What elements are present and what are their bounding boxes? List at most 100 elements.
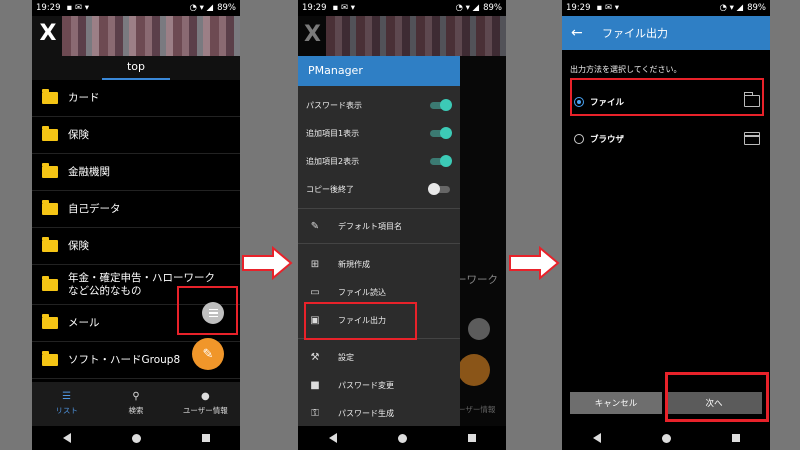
back-icon[interactable] bbox=[62, 433, 71, 443]
menu-item-label: ファイル読込 bbox=[338, 287, 386, 297]
toggle-label: パスワード表示 bbox=[306, 100, 362, 110]
toggle-switch[interactable] bbox=[430, 127, 452, 139]
folder-label: 保険 bbox=[68, 239, 89, 252]
bottom-tab-label: リスト bbox=[55, 406, 78, 415]
system-nav-bar bbox=[32, 426, 240, 450]
folder-label: 保険 bbox=[68, 128, 89, 141]
arrow-right-icon bbox=[242, 246, 293, 280]
recent-apps-icon[interactable] bbox=[201, 434, 210, 442]
cancel-button[interactable]: キャンセル bbox=[570, 392, 662, 414]
bottom-navigation: ☰ リスト ⚲ 検索 ● ユーザー情報 bbox=[32, 382, 240, 426]
phone-screen-file-export: 19:29 ▪ ✉ ▾ ◔ ▾ ◢ 89% ← ファイル出力 出力方法を選択してくだ… bbox=[562, 0, 770, 450]
back-icon[interactable] bbox=[592, 433, 601, 443]
toggle-row-exit-after-copy[interactable]: コピー後終了 bbox=[298, 176, 460, 202]
menu-item-generate-password[interactable]: ⚿ パスワード生成 bbox=[298, 400, 460, 426]
home-icon[interactable] bbox=[397, 433, 407, 443]
list-item[interactable]: 保険 bbox=[32, 228, 240, 265]
status-bar: 19:29 ▪ ✉ ▾ ◔ ▾ ◢ 89% bbox=[32, 0, 240, 16]
folder-icon bbox=[42, 163, 58, 178]
bottom-tab-search[interactable]: ⚲ 検索 bbox=[101, 382, 170, 426]
drawer-title: PManager bbox=[298, 56, 460, 86]
app-logo: X bbox=[39, 21, 57, 46]
highlight-box-next bbox=[665, 372, 769, 422]
blurred-banner bbox=[62, 16, 240, 56]
list-item[interactable]: カード bbox=[32, 80, 240, 117]
menu-fab-button bbox=[468, 318, 490, 340]
phone-screen-list: 19:29 ▪ ✉ ▾ ◔ ▾ ◢ 89% X top カード 保険 金融機関 自己… bbox=[32, 0, 240, 450]
toggle-switch[interactable] bbox=[430, 99, 452, 111]
search-icon: ⚲ bbox=[132, 391, 140, 402]
folder-icon bbox=[42, 351, 58, 366]
list-item[interactable]: 自己データ bbox=[32, 191, 240, 228]
pencil-icon: ✎ bbox=[202, 346, 214, 362]
background-tab-label: ーザー情報 bbox=[458, 405, 496, 414]
folder-icon bbox=[42, 314, 58, 329]
new-folder-icon: ⊞ bbox=[310, 258, 320, 270]
radio-button[interactable] bbox=[574, 134, 584, 144]
menu-item-label: パスワード変更 bbox=[338, 380, 394, 390]
option-label: ブラウザ bbox=[590, 135, 625, 145]
status-time: 19:29 bbox=[566, 3, 591, 13]
menu-item-change-password[interactable]: ■ パスワード変更 bbox=[298, 372, 460, 398]
folder-icon: ▭ bbox=[310, 286, 320, 298]
folder-label: ソフト・ハードGroup8 bbox=[68, 353, 181, 366]
bottom-tab-list[interactable]: ☰ リスト bbox=[32, 382, 101, 426]
option-browser[interactable]: ブラウザ bbox=[562, 127, 770, 151]
recent-apps-icon[interactable] bbox=[731, 434, 740, 442]
bottom-tab-user[interactable]: ● ユーザー情報 bbox=[171, 382, 240, 426]
toggle-row-extra2[interactable]: 追加項目2表示 bbox=[298, 148, 460, 174]
menu-item-default-names[interactable]: ✎ デフォルト項目名 bbox=[298, 213, 460, 239]
battery-level: 89% bbox=[217, 3, 236, 13]
wrench-icon: ⚒ bbox=[310, 351, 320, 363]
background-folder-label: ーワーク bbox=[456, 274, 498, 286]
status-time: 19:29 bbox=[302, 3, 327, 13]
recent-apps-icon[interactable] bbox=[467, 434, 476, 442]
signal-icons: ◔ ▾ ◢ bbox=[719, 3, 744, 13]
folder-icon bbox=[42, 237, 58, 252]
highlight-box-file-option bbox=[570, 78, 764, 116]
menu-item-new[interactable]: ⊞ 新規作成 bbox=[298, 251, 460, 277]
menu-item-label: デフォルト項目名 bbox=[338, 221, 402, 231]
list-item[interactable]: 金融機関 bbox=[32, 154, 240, 191]
signal-icons: ◔ ▾ ◢ bbox=[455, 3, 480, 13]
signal-icons: ◔ ▾ ◢ bbox=[189, 3, 214, 13]
page-title: ファイル出力 bbox=[602, 27, 668, 40]
toggle-label: 追加項目1表示 bbox=[306, 128, 360, 138]
folder-label: カード bbox=[68, 91, 100, 104]
edit-fab-button[interactable]: ✎ bbox=[192, 338, 224, 370]
arrow-right-icon bbox=[509, 246, 560, 280]
menu-item-label: 設定 bbox=[338, 352, 354, 362]
toggle-switch[interactable] bbox=[430, 155, 452, 167]
divider bbox=[298, 243, 460, 244]
bottom-tab-label: 検索 bbox=[128, 406, 144, 415]
home-icon[interactable] bbox=[131, 433, 141, 443]
highlight-box-menu bbox=[177, 286, 238, 335]
browser-icon bbox=[744, 132, 760, 145]
battery-level: 89% bbox=[483, 3, 502, 13]
menu-item-settings[interactable]: ⚒ 設定 bbox=[298, 344, 460, 370]
navigation-drawer: PManager パスワード表示 追加項目1表示 追加項目2表示 コピー後終了 … bbox=[298, 56, 460, 426]
blurred-banner bbox=[326, 16, 506, 56]
back-icon[interactable] bbox=[328, 433, 337, 443]
toggle-switch[interactable] bbox=[428, 183, 450, 195]
back-arrow-icon[interactable]: ← bbox=[571, 25, 583, 41]
folder-label: メール bbox=[68, 316, 100, 329]
app-logo: X bbox=[304, 22, 321, 47]
folder-icon bbox=[42, 200, 58, 215]
list-item[interactable]: 保険 bbox=[32, 117, 240, 154]
tab-top[interactable]: top bbox=[32, 60, 240, 73]
home-icon[interactable] bbox=[661, 433, 671, 443]
highlight-box-file-export bbox=[304, 302, 417, 340]
toggle-row-show-password[interactable]: パスワード表示 bbox=[298, 92, 460, 118]
person-icon: ● bbox=[200, 391, 210, 402]
folder-icon bbox=[42, 89, 58, 104]
app-bar: ← ファイル出力 bbox=[562, 16, 770, 50]
status-bar: 19:29 ▪ ✉ ▾ ◔ ▾ ◢ 89% bbox=[562, 0, 770, 16]
edit-fab-button bbox=[458, 354, 490, 386]
menu-item-label: パスワード生成 bbox=[338, 408, 394, 418]
toggle-label: 追加項目2表示 bbox=[306, 156, 360, 166]
toggle-row-extra1[interactable]: 追加項目1表示 bbox=[298, 120, 460, 146]
key-icon: ⚿ bbox=[311, 407, 319, 419]
pencil-icon: ✎ bbox=[310, 220, 320, 232]
menu-item-label: 新規作成 bbox=[338, 259, 370, 269]
